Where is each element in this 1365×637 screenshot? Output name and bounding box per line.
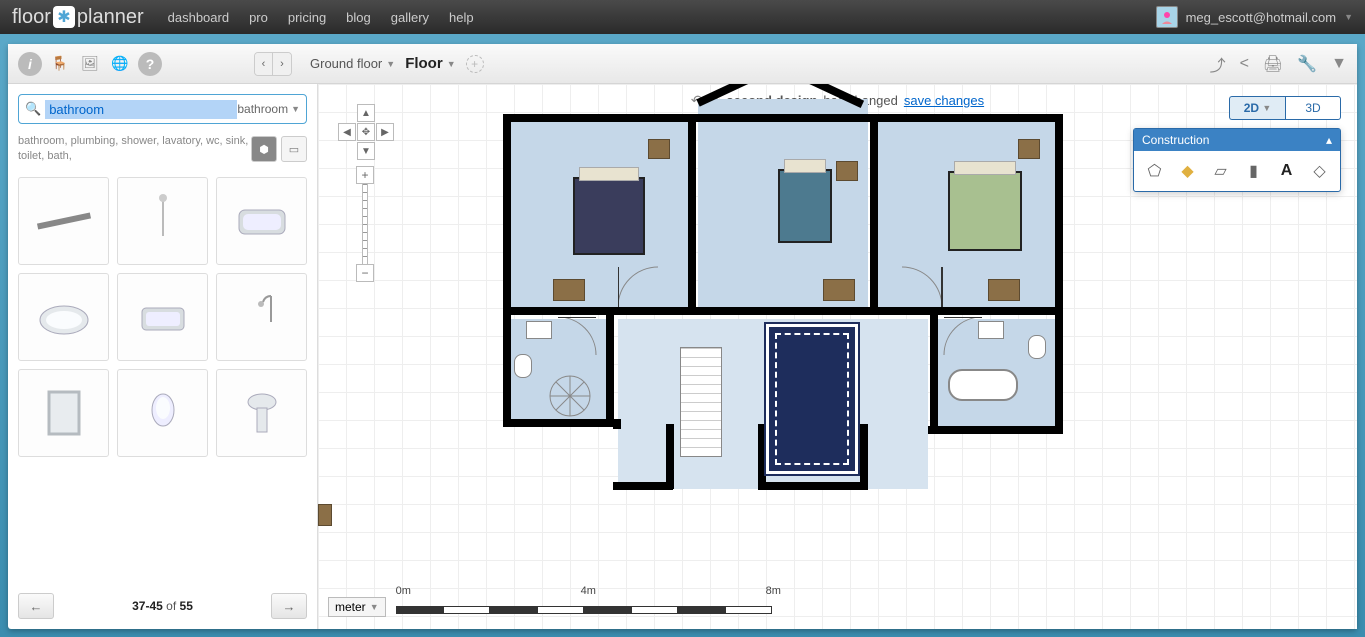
unit-select[interactable]: meter▼	[328, 597, 386, 617]
nav-blog[interactable]: blog	[346, 10, 371, 25]
nav-pro[interactable]: pro	[249, 10, 268, 25]
item-bathtub-rect[interactable]	[216, 177, 307, 265]
breadcrumb-parent-label: Ground floor	[310, 56, 382, 71]
view-switch: 2D ▼ 3D	[1229, 96, 1341, 120]
globe-icon[interactable]: 🌐	[108, 52, 132, 76]
pager-text: 37-45 of 55	[132, 599, 193, 613]
pan-down-button[interactable]: ▼	[357, 142, 375, 160]
floorplan[interactable]	[498, 99, 1068, 499]
pager-prev-button[interactable]: ←	[18, 593, 54, 619]
caret-down-icon[interactable]: ▼	[1331, 55, 1347, 73]
tool-surface-icon[interactable]: ▱	[1209, 159, 1233, 183]
view-2d-button[interactable]: 2D ▼	[1229, 96, 1285, 120]
toolbar: i 🪑 🖼 🌐 ? ‹ › Ground floor ▼ Floor ▼ + ⤴…	[8, 44, 1357, 84]
breadcrumb-current-label: Floor	[405, 55, 443, 72]
item-shower-fixture[interactable]	[216, 273, 307, 361]
pan-control: ▲ ◀✥▶ ▼ + −	[338, 104, 394, 282]
tool-wall-icon[interactable]: ◆	[1176, 159, 1200, 183]
topbar: floor ✱ planner dashboard pro pricing bl…	[0, 0, 1365, 34]
item-shower-head[interactable]	[117, 177, 208, 265]
ruler-4: 4m	[581, 585, 596, 597]
zoom-control: + −	[356, 166, 374, 282]
avatar	[1156, 6, 1178, 28]
print-icon[interactable]: 🖨	[1263, 54, 1283, 74]
nav-pricing[interactable]: pricing	[288, 10, 326, 25]
canvas[interactable]: ↶ ↷ second design has changed save chang…	[318, 84, 1357, 629]
info-icon[interactable]: i	[18, 52, 42, 76]
caret-down-icon: ▼	[386, 59, 395, 69]
breadcrumb-current[interactable]: Floor ▼	[405, 55, 455, 72]
share-icon[interactable]: <	[1240, 55, 1249, 73]
caret-down-icon: ▼	[447, 59, 456, 69]
pan-up-button[interactable]: ▲	[357, 104, 375, 122]
zoom-out-button[interactable]: −	[356, 264, 374, 282]
breadcrumb: Ground floor ▼ Floor ▼ +	[310, 55, 484, 73]
zoom-in-button[interactable]: +	[356, 166, 374, 184]
armchair-icon[interactable]: 🪑	[48, 52, 72, 76]
caret-down-icon: ▼	[291, 104, 300, 114]
logo-text-right: planner	[77, 6, 144, 29]
breadcrumb-parent[interactable]: Ground floor ▼	[310, 56, 395, 71]
sidebar: 🔍 bathroom ▼ bathroom, plumbing, shower,…	[8, 84, 318, 629]
pan-left-button[interactable]: ◀	[338, 123, 356, 141]
item-grid	[18, 177, 307, 457]
search-category-label: bathroom	[237, 102, 288, 116]
nav-help[interactable]: help	[449, 10, 474, 25]
ruler: meter▼ 0m 4m 8m	[328, 597, 776, 617]
search-row: 🔍 bathroom ▼	[18, 94, 307, 124]
item-mirror[interactable]	[18, 369, 109, 457]
settings-icon[interactable]: 🔧	[1297, 54, 1317, 74]
item-drain[interactable]	[18, 177, 109, 265]
nav-links: dashboard pro pricing blog gallery help	[168, 10, 1156, 25]
export-icon[interactable]: ⤴	[1210, 52, 1226, 76]
add-floor-button[interactable]: +	[466, 55, 484, 73]
panel-collapse-icon[interactable]: ▴	[1326, 133, 1332, 147]
search-category-dropdown[interactable]: bathroom ▼	[237, 102, 300, 116]
search-icon: 🔍	[25, 101, 41, 117]
pan-center-button[interactable]: ✥	[357, 123, 375, 141]
tool-room-icon[interactable]: ⬠	[1143, 159, 1167, 183]
ruler-8: 8m	[766, 585, 781, 597]
view-3d-toggle[interactable]: ⬢	[251, 136, 277, 162]
history-nav: ‹ ›	[254, 52, 292, 76]
logo[interactable]: floor ✱ planner	[12, 6, 144, 29]
item-urinal[interactable]	[117, 369, 208, 457]
pager: ← 37-45 of 55 →	[18, 583, 307, 619]
search-input[interactable]	[45, 100, 237, 119]
pan-right-button[interactable]: ▶	[376, 123, 394, 141]
tool-dimension-icon[interactable]: ◇	[1308, 159, 1332, 183]
logo-icon: ✱	[53, 6, 75, 28]
logo-text-left: floor	[12, 6, 51, 29]
photos-icon[interactable]: 🖼	[78, 52, 102, 76]
item-bathtub-angled[interactable]	[117, 273, 208, 361]
help-icon[interactable]: ?	[138, 52, 162, 76]
item-bathtub-oval[interactable]	[18, 273, 109, 361]
pager-next-button[interactable]: →	[271, 593, 307, 619]
search-hint: bathroom, plumbing, shower, lavatory, wc…	[18, 134, 251, 165]
nav-dashboard[interactable]: dashboard	[168, 10, 229, 25]
view-2d-toggle[interactable]: ▭	[281, 136, 307, 162]
nav-forward-button[interactable]: ›	[273, 53, 291, 75]
construction-title: Construction	[1142, 133, 1209, 147]
user-menu[interactable]: meg_escott@hotmail.com ▼	[1156, 6, 1353, 28]
item-pedestal-sink[interactable]	[216, 369, 307, 457]
ruler-0: 0m	[396, 585, 411, 597]
user-email: meg_escott@hotmail.com	[1186, 10, 1336, 25]
tool-text-icon[interactable]: A	[1275, 159, 1299, 183]
view-3d-button[interactable]: 3D	[1285, 96, 1341, 120]
nav-back-button[interactable]: ‹	[255, 53, 273, 75]
toolbar-right: ⤴ < 🖨 🔧 ▼	[1210, 52, 1347, 76]
zoom-slider[interactable]	[362, 184, 368, 264]
caret-down-icon: ▼	[1344, 12, 1353, 22]
construction-panel: Construction ▴ ⬠ ◆ ▱ ▮ A ◇	[1133, 128, 1341, 192]
tool-door-icon[interactable]: ▮	[1242, 159, 1266, 183]
nav-gallery[interactable]: gallery	[391, 10, 429, 25]
